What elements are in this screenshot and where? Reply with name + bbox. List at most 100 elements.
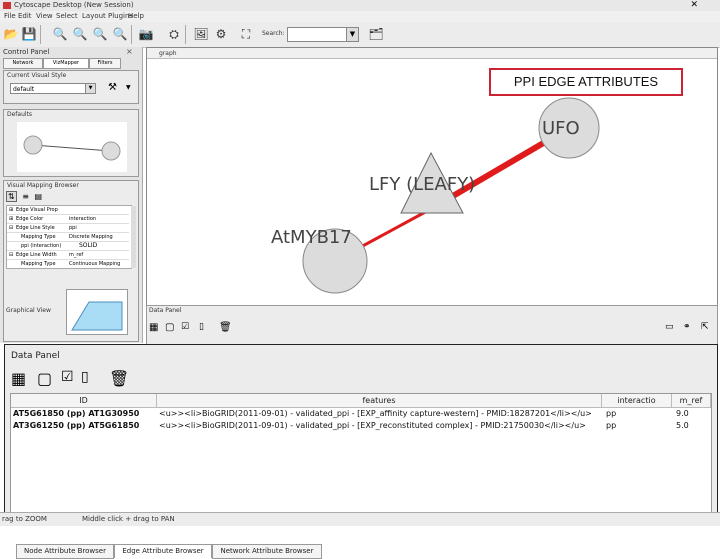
save-session-icon[interactable]: 💾 [21, 26, 37, 42]
menu-help[interactable]: Help [128, 11, 144, 22]
node-label-ufo: UFO [542, 118, 580, 139]
mapping-prop: Mapping Type [21, 234, 56, 240]
mapping-row[interactable]: ⊞ Edge Color interaction [7, 215, 129, 224]
menu-select[interactable]: Select [56, 11, 78, 22]
network-view-tab: graph [147, 48, 717, 59]
select-checklist-icon[interactable]: ☑ [61, 369, 74, 385]
detail-icon[interactable]: ⛭ [166, 26, 182, 42]
status-bar: rag to ZOOM Middle click + drag to PAN [0, 512, 720, 526]
camera-icon[interactable]: 📷 [138, 26, 154, 42]
chart-icon[interactable]: ▤ [35, 192, 43, 201]
control-panel-title: Control Panel [3, 48, 50, 56]
menu-file[interactable]: File [4, 11, 16, 22]
zoom-out-icon[interactable]: 🔍 [52, 26, 68, 42]
column-header-interaction[interactable]: interactio [602, 394, 672, 408]
columns-icon[interactable]: ▯ [199, 322, 204, 332]
cell-mref: 9.0 [676, 409, 689, 418]
select-checklist-icon[interactable]: ☑ [181, 322, 189, 332]
close-icon[interactable]: ✕ [690, 0, 698, 11]
ppi-edge-attributes-callout: PPI EDGE ATTRIBUTES [489, 68, 683, 96]
graphical-view-label: Graphical View [6, 307, 51, 314]
mapping-row[interactable]: ⊟ Edge Line Width m_ref [7, 251, 129, 260]
control-panel: Control Panel × Network VizMapper Filter… [0, 47, 143, 343]
table-icon[interactable]: ▦ [11, 369, 26, 388]
collapse-icon[interactable]: ⊟ [9, 224, 13, 232]
expand-icon[interactable]: ⊞ [9, 206, 13, 214]
zoom-selected-icon[interactable]: 🔍 [92, 26, 108, 42]
table-icon[interactable]: ▦ [149, 322, 158, 333]
style-options-icon[interactable]: ⚒ [108, 82, 117, 93]
chevron-down-icon[interactable]: ▼ [85, 84, 95, 93]
table-row[interactable]: AT3G61250 (pp) AT5G61850 <u>><li>BioGRID… [11, 420, 711, 431]
close-icon[interactable]: × [126, 47, 133, 56]
link-icon[interactable]: ⚭ [683, 322, 691, 332]
mapping-row[interactable]: Mapping Type Continuous Mapping [7, 260, 129, 268]
mapping-prop: ppi (interaction) [21, 243, 62, 249]
cell-interaction: pp [606, 409, 617, 418]
tab-edge-attribute-browser[interactable]: Edge Attribute Browser [114, 544, 212, 558]
search-input[interactable]: ▼ [287, 27, 359, 42]
export-icon[interactable]: ⇱ [701, 322, 709, 332]
column-header-features[interactable]: features [157, 394, 602, 408]
tab-network-attribute-browser[interactable]: Network Attribute Browser [212, 544, 322, 559]
filter-icon[interactable]: 🗂 [368, 26, 384, 42]
tab-vizmapper[interactable]: VizMapper [43, 58, 89, 69]
menu-view[interactable]: View [36, 11, 53, 22]
mapping-browser-section: Visual Mapping Browser ⇅ ≡ ▤ ⊞ Edge Visu… [3, 180, 139, 342]
mapping-row[interactable]: ⊞ Edge Visual Prop [7, 206, 129, 215]
chevron-down-icon[interactable]: ▼ [126, 84, 131, 91]
default-edge [32, 144, 112, 152]
mapping-prop: Mapping Type [21, 261, 56, 267]
tab-node-attribute-browser[interactable]: Node Attribute Browser [16, 544, 114, 559]
toolbar-separator [131, 25, 132, 44]
zoom-fit-icon[interactable]: 🔍 [112, 26, 128, 42]
float-panel-icon[interactable]: ▭ [665, 322, 674, 332]
columns-icon[interactable]: ▯ [81, 369, 89, 385]
visual-style-select[interactable]: default ▼ [10, 83, 96, 94]
default-node [23, 135, 43, 155]
network-view-title: graph [159, 50, 177, 57]
visual-style-value: default [13, 86, 35, 93]
mapping-toolbar: ⇅ ≡ ▤ [6, 191, 43, 202]
collapse-icon[interactable]: ⊟ [9, 251, 13, 259]
mapping-val: Discrete Mapping [69, 234, 113, 240]
menu-edit[interactable]: Edit [18, 11, 32, 22]
tab-network[interactable]: Network [3, 58, 43, 69]
mapping-val: m_ref [69, 252, 84, 258]
open-session-icon[interactable]: 📂 [3, 26, 19, 42]
data-pane-small-label: Data Panel [149, 307, 182, 314]
vizmapper-icon[interactable]: ⚙ [213, 26, 229, 42]
expand-icon[interactable]: ⊞ [9, 215, 13, 223]
node-label-atmyb17: AtMYB17 [271, 227, 352, 248]
alpha-icon[interactable]: ≡ [22, 192, 29, 201]
tab-filters[interactable]: Filters [89, 58, 121, 69]
continuous-mapping-graph[interactable] [66, 289, 128, 335]
network-view-icon[interactable]: ⛶ [238, 26, 254, 42]
mapping-val: ppi [69, 225, 77, 231]
data-pane-small: Data Panel ▦ ▢ ☑ ▯ 🗑 ▭ ⚭ ⇱ [146, 305, 718, 345]
defaults-section: Defaults [3, 109, 139, 177]
mapping-row[interactable]: Mapping Type Discrete Mapping [7, 233, 129, 242]
zoom-in-icon[interactable]: 🔍 [72, 26, 88, 42]
mapping-row[interactable]: ⊟ Edge Line Style ppi [7, 224, 129, 233]
table-row[interactable]: AT5G61850 (pp) AT1G30950 <u>><li>BioGRID… [11, 408, 711, 419]
menu-layout[interactable]: Layout [82, 11, 106, 22]
trash-icon[interactable]: 🗑 [219, 322, 232, 333]
new-document-icon[interactable]: ▢ [165, 322, 174, 333]
cell-features: <u>><li>BioGRID(2011-09-01) - validated_… [159, 421, 586, 430]
mapping-scrollbar[interactable] [131, 206, 136, 268]
new-document-icon[interactable]: ▢ [37, 369, 52, 388]
trash-icon[interactable]: 🗑 [109, 369, 129, 388]
chevron-down-icon[interactable]: ▼ [346, 28, 358, 41]
cell-mref: 5.0 [676, 421, 689, 430]
image-icon[interactable]: 🖼 [193, 26, 209, 42]
mapping-table: ⊞ Edge Visual Prop ⊞ Edge Color interact… [6, 205, 136, 269]
data-panel: Data Panel ▦ ▢ ☑ ▯ 🗑 ID features interac… [4, 344, 718, 559]
sort-icon[interactable]: ⇅ [6, 191, 17, 202]
mapping-row[interactable]: ppi (interaction) SOLID [7, 242, 129, 251]
column-header-mref[interactable]: m_ref [672, 394, 711, 408]
defaults-preview[interactable] [17, 122, 127, 172]
control-tabs: Network VizMapper Filters [3, 58, 137, 69]
column-header-id[interactable]: ID [11, 394, 157, 408]
search-label: Search: [262, 30, 285, 37]
